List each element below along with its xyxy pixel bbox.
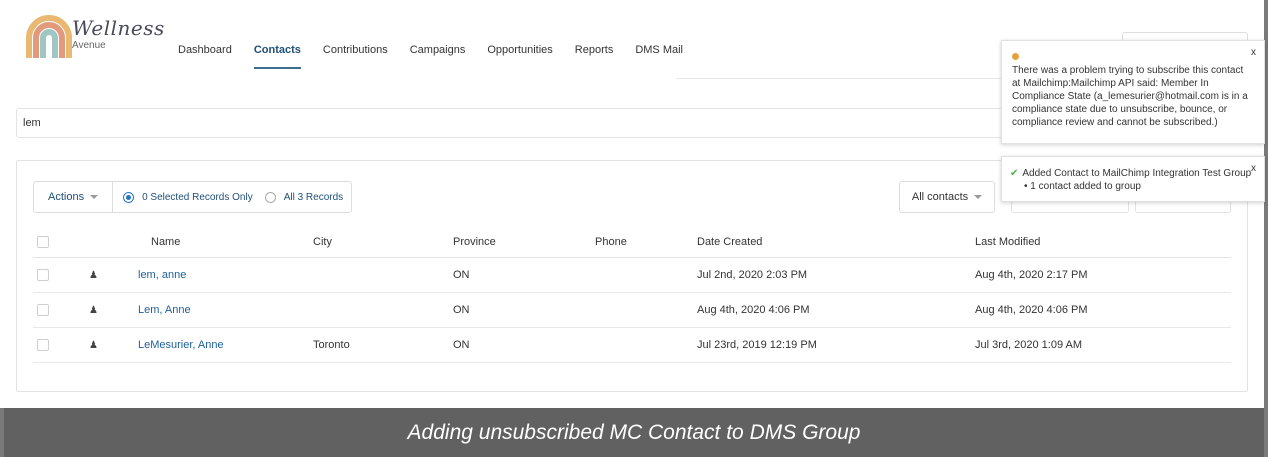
actions-toolbar: Actions 0 Selected Records Only All 3 Re…: [33, 181, 353, 213]
contact-city: Toronto: [313, 339, 350, 351]
contact-name-link[interactable]: LeMesurier, Anne: [138, 328, 224, 362]
person-icon: ♟: [89, 339, 98, 351]
main-nav: Dashboard Contacts Contributions Campaig…: [178, 44, 683, 69]
select-all-checkbox[interactable]: [37, 236, 49, 248]
header-phone[interactable]: Phone: [595, 227, 627, 257]
all-records-label: All 3 Records: [283, 191, 344, 203]
selected-records-option[interactable]: 0 Selected Records Only: [113, 182, 259, 212]
selected-records-label: 0 Selected Records Only: [142, 191, 253, 203]
contact-name-link[interactable]: Lem, Anne: [138, 293, 191, 327]
radio-selected[interactable]: [123, 191, 135, 203]
contact-last-modified: Jul 3rd, 2020 1:09 AM: [975, 339, 1083, 351]
success-title: Added Contact to MailChimp Integration T…: [1022, 168, 1252, 179]
table-row: ♟ lem, anne ON Jul 2nd, 2020 2:03 PM Aug…: [33, 258, 1231, 293]
app-window: Wellness Avenue Dashboard Contacts Contr…: [0, 0, 1268, 408]
row-checkbox[interactable]: [37, 339, 49, 351]
table-row: ♟ LeMesurier, Anne Toronto ON Jul 23rd, …: [33, 328, 1231, 363]
contact-date-created: Aug 4th, 2020 4:06 PM: [697, 304, 810, 316]
search-value: lem: [23, 117, 41, 129]
contact-province: ON: [453, 339, 470, 351]
error-toast: x There was a problem trying to subscrib…: [1001, 40, 1265, 144]
success-detail: 1 contact added to group: [1030, 181, 1141, 192]
contacts-filter-dropdown[interactable]: All contacts: [899, 181, 995, 213]
person-icon: ♟: [89, 304, 98, 316]
brand-logo[interactable]: Wellness Avenue: [18, 10, 168, 58]
contact-date-created: Jul 2nd, 2020 2:03 PM: [697, 269, 808, 281]
chevron-down-icon: [90, 195, 99, 199]
nav-contacts[interactable]: Contacts: [253, 44, 301, 69]
row-checkbox[interactable]: [37, 304, 49, 316]
error-message: There was a problem trying to subscribe …: [1012, 65, 1248, 128]
nav-opportunities[interactable]: Opportunities: [487, 44, 552, 69]
caption-bar: Adding unsubscribed MC Contact to DMS Gr…: [4, 408, 1264, 457]
contact-province: ON: [453, 269, 470, 281]
nav-dms-mail[interactable]: DMS Mail: [635, 44, 683, 69]
brand-tagline: Avenue: [72, 40, 106, 51]
success-toast: x ✔ Added Contact to MailChimp Integrati…: [1001, 156, 1265, 202]
check-icon: ✔: [1010, 168, 1019, 179]
table-row: ♟ Lem, Anne ON Aug 4th, 2020 4:06 PM Aug…: [33, 293, 1231, 328]
bullet-icon: •: [1024, 181, 1028, 192]
contact-last-modified: Aug 4th, 2020 4:06 PM: [975, 304, 1088, 316]
header-date-created[interactable]: Date Created: [697, 227, 762, 257]
radio-all[interactable]: [264, 191, 276, 203]
nav-reports[interactable]: Reports: [575, 44, 614, 69]
all-records-option[interactable]: All 3 Records: [259, 182, 351, 212]
header-city[interactable]: City: [313, 227, 332, 257]
header-province[interactable]: Province: [453, 227, 496, 257]
table-header: Name City Province Phone Date Created La…: [33, 227, 1231, 258]
row-checkbox[interactable]: [37, 269, 49, 281]
actions-dropdown[interactable]: Actions: [34, 182, 114, 212]
nav-campaigns[interactable]: Campaigns: [410, 44, 466, 69]
contact-province: ON: [453, 304, 470, 316]
chevron-down-icon: [974, 195, 983, 199]
brand-name: Wellness: [72, 16, 165, 40]
rainbow-logo-icon: [26, 15, 72, 58]
filter-label: All contacts: [911, 191, 969, 203]
contact-last-modified: Aug 4th, 2020 2:17 PM: [975, 269, 1088, 281]
close-icon[interactable]: x: [1251, 163, 1256, 174]
actions-label: Actions: [48, 191, 85, 203]
header-last-modified[interactable]: Last Modified: [975, 227, 1040, 257]
person-icon: ♟: [89, 269, 98, 281]
success-detail-item: • 1 contact added to group: [1010, 180, 1254, 193]
contact-date-created: Jul 23rd, 2019 12:19 PM: [697, 339, 817, 351]
nav-contributions[interactable]: Contributions: [323, 44, 388, 69]
nav-dashboard[interactable]: Dashboard: [178, 44, 232, 69]
header-name[interactable]: Name: [151, 227, 180, 257]
close-icon[interactable]: x: [1251, 47, 1256, 58]
contact-name-link[interactable]: lem, anne: [138, 258, 186, 292]
warning-icon: [1012, 53, 1019, 60]
caption-text: Adding unsubscribed MC Contact to DMS Gr…: [407, 420, 861, 444]
